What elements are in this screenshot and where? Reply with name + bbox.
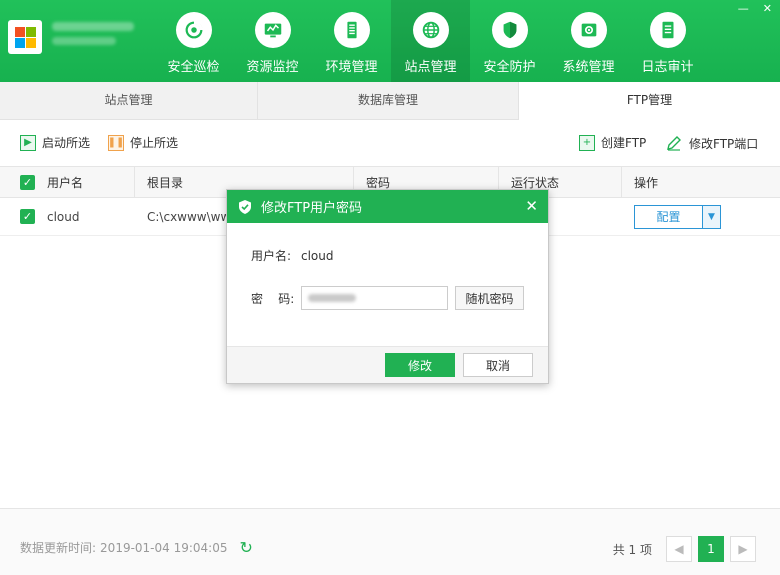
edit-icon bbox=[667, 136, 681, 151]
pagination: 共 1 项 ◀ 1 ▶ bbox=[613, 536, 756, 562]
tab-database-management[interactable]: 数据库管理 bbox=[258, 82, 519, 120]
sub-tabs: 站点管理 数据库管理 FTP管理 bbox=[0, 82, 780, 120]
footer: 数据更新时间: 2019-01-04 19:04:05 ↻ 共 1 项 ◀ 1 … bbox=[0, 508, 780, 575]
shield-icon bbox=[503, 21, 516, 39]
username-value: cloud bbox=[301, 248, 334, 263]
config-button[interactable]: 配置 ▼ bbox=[634, 204, 721, 229]
stop-selected-label: 停止所选 bbox=[130, 136, 179, 150]
total-count: 共 1 项 bbox=[612, 542, 652, 557]
settings-icon bbox=[581, 23, 596, 37]
cancel-button[interactable]: 取消 bbox=[463, 353, 533, 377]
update-time: 2019-01-04 19:04:05 bbox=[100, 540, 228, 555]
modify-ftp-port-button[interactable]: 修改FTP端口 bbox=[665, 134, 758, 152]
server-icon bbox=[346, 21, 357, 39]
nav-label: 资源监控 bbox=[246, 60, 299, 75]
chevron-down-icon[interactable]: ▼ bbox=[702, 205, 720, 228]
window-controls: — ✕ bbox=[738, 2, 772, 15]
page-number-button[interactable]: 1 bbox=[698, 536, 724, 562]
close-icon[interactable]: ✕ bbox=[763, 2, 772, 15]
pause-icon: ❚❚ bbox=[108, 134, 124, 151]
monitor-chart-icon bbox=[264, 23, 281, 38]
nav-log-audit[interactable]: 日志审计 bbox=[628, 0, 707, 82]
create-ftp-button[interactable]: + 创建FTP bbox=[579, 134, 646, 151]
main-nav: 安全巡检 资源监控 环境管理 站点管理 安全防护 系统管理 日志审计 bbox=[154, 0, 707, 82]
prev-page-button[interactable]: ◀ bbox=[666, 536, 692, 562]
row-checkbox[interactable]: ✓ bbox=[20, 209, 35, 224]
confirm-modify-button[interactable]: 修改 bbox=[385, 353, 455, 377]
update-label: 数据更新时间: bbox=[20, 541, 97, 555]
refresh-icon[interactable]: ↻ bbox=[240, 538, 253, 557]
nav-label: 安全防护 bbox=[483, 60, 536, 75]
nav-resource-monitor[interactable]: 资源监控 bbox=[233, 0, 312, 82]
tab-ftp-management[interactable]: FTP管理 bbox=[519, 82, 780, 120]
nav-security-scan[interactable]: 安全巡检 bbox=[154, 0, 233, 82]
create-ftp-label: 创建FTP bbox=[601, 136, 647, 150]
nav-label: 站点管理 bbox=[404, 60, 457, 75]
stop-selected-button[interactable]: ❚❚ 停止所选 bbox=[108, 134, 178, 151]
nav-security-protection[interactable]: 安全防护 bbox=[470, 0, 549, 82]
password-label: 密 码: bbox=[251, 291, 295, 306]
config-label: 配置 bbox=[656, 209, 681, 224]
nav-label: 安全巡检 bbox=[167, 60, 220, 75]
toolbar: ▶ 启动所选 ❚❚ 停止所选 + 创建FTP 修改FTP端口 bbox=[0, 120, 780, 166]
dialog-title: 修改FTP用户密码 bbox=[261, 201, 363, 216]
nav-environment[interactable]: 环境管理 bbox=[312, 0, 391, 82]
tab-site-management[interactable]: 站点管理 bbox=[0, 82, 258, 120]
cell-username: cloud bbox=[47, 209, 80, 224]
random-password-button[interactable]: 随机密码 bbox=[455, 286, 524, 310]
nav-label: 环境管理 bbox=[325, 60, 378, 75]
close-icon[interactable]: ✕ bbox=[525, 197, 538, 215]
brand-name-blurred bbox=[52, 22, 142, 52]
modify-ftp-port-label: 修改FTP端口 bbox=[689, 136, 759, 151]
select-all-checkbox[interactable]: ✓ bbox=[20, 174, 35, 190]
modify-password-dialog: 修改FTP用户密码 ✕ 用户名: cloud 密 码: 随机密码 修改 取消 bbox=[226, 189, 549, 384]
start-selected-button[interactable]: ▶ 启动所选 bbox=[20, 134, 90, 151]
dialog-footer: 修改 取消 bbox=[227, 346, 548, 383]
update-info: 数据更新时间: 2019-01-04 19:04:05 ↻ bbox=[20, 538, 253, 557]
start-selected-label: 启动所选 bbox=[42, 136, 91, 150]
top-header: 安全巡检 资源监控 环境管理 站点管理 安全防护 系统管理 日志审计 — ✕ bbox=[0, 0, 780, 82]
next-page-button[interactable]: ▶ bbox=[730, 536, 756, 562]
app-logo bbox=[8, 20, 42, 54]
username-label: 用户名: bbox=[251, 249, 292, 263]
password-field[interactable] bbox=[301, 286, 448, 310]
col-header-action: 操作 bbox=[634, 175, 659, 190]
plus-icon: + bbox=[579, 134, 595, 151]
dialog-header: 修改FTP用户密码 ✕ bbox=[227, 190, 548, 223]
nav-site-management[interactable]: 站点管理 bbox=[391, 0, 470, 82]
document-icon bbox=[662, 21, 673, 39]
minimize-icon[interactable]: — bbox=[738, 2, 749, 15]
nav-system-management[interactable]: 系统管理 bbox=[549, 0, 628, 82]
scan-icon bbox=[185, 21, 203, 39]
col-header-username: 用户名 bbox=[40, 167, 135, 197]
dialog-body: 用户名: cloud 密 码: 随机密码 bbox=[227, 223, 548, 346]
globe-icon bbox=[422, 21, 439, 39]
shield-check-icon bbox=[239, 199, 251, 214]
play-icon: ▶ bbox=[20, 134, 36, 151]
nav-label: 系统管理 bbox=[562, 60, 615, 75]
nav-label: 日志审计 bbox=[641, 60, 694, 75]
